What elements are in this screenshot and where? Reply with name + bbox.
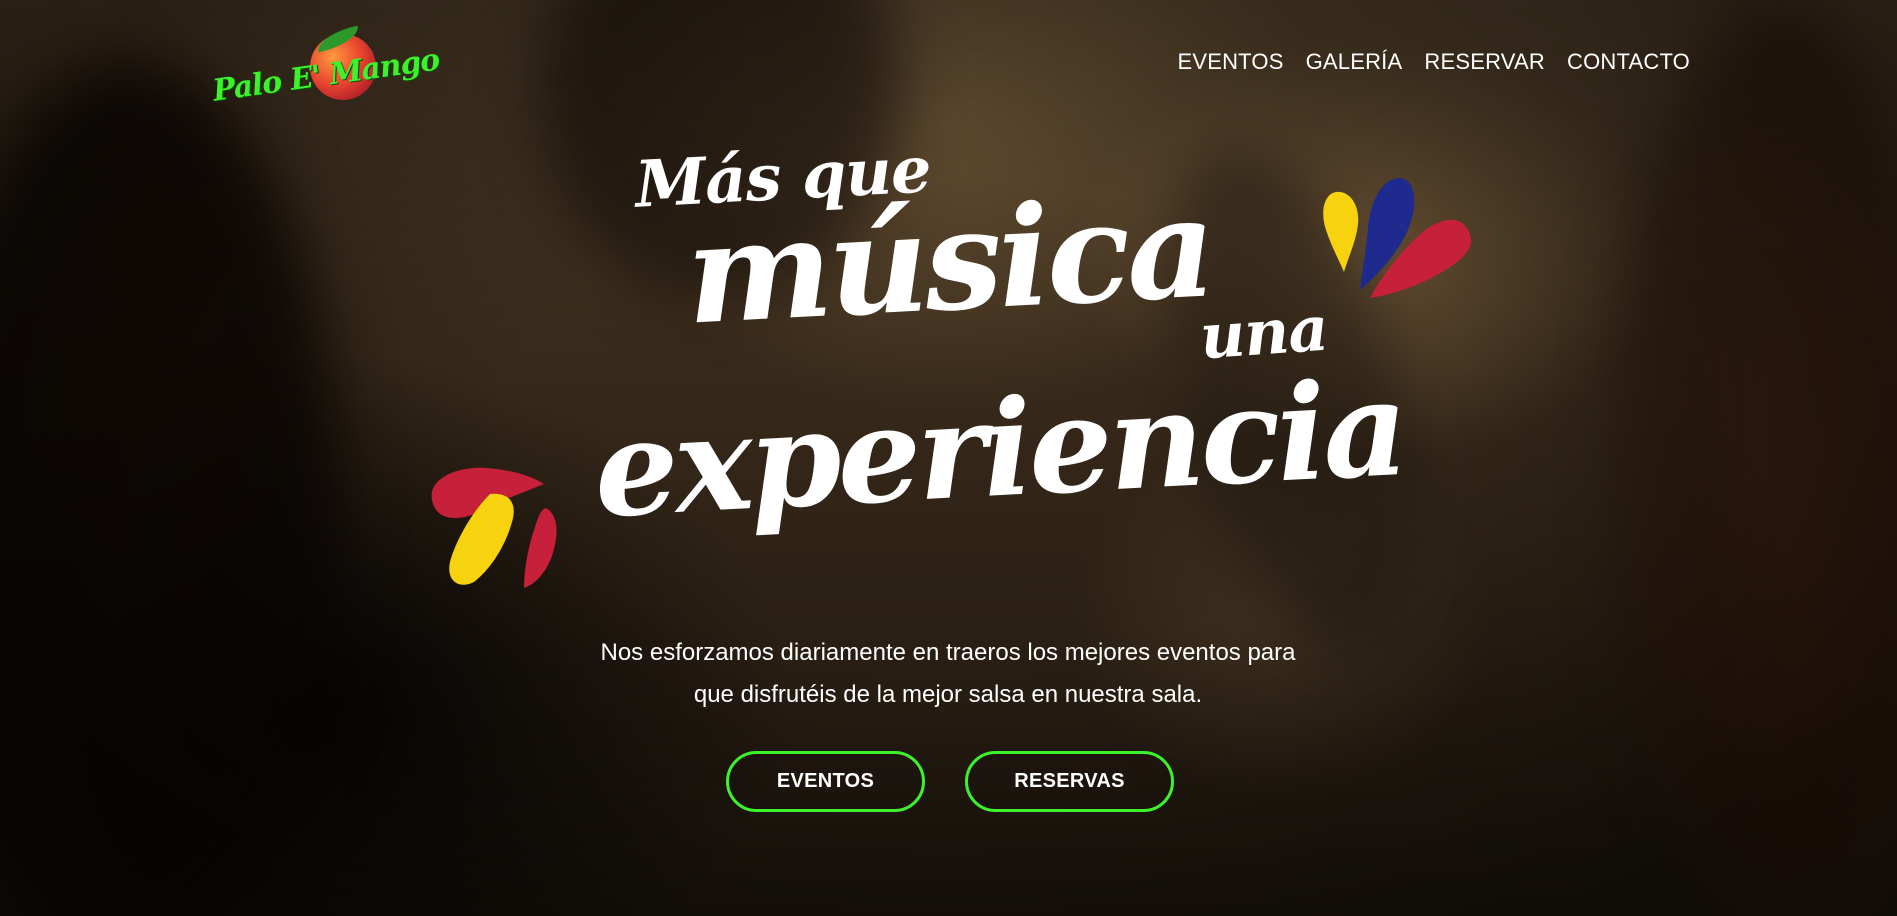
- decorative-petals-right-icon: [1323, 178, 1472, 298]
- reservas-button[interactable]: RESERVAS: [965, 751, 1174, 812]
- description-line-1: Nos esforzamos diariamente en traeros lo…: [600, 639, 1296, 666]
- yellow-petal: [1323, 191, 1359, 272]
- landing-page: Palo E' Mango EVENTOS GALERÍA RESERVAR C…: [0, 0, 1897, 916]
- headline-line-4: experiencia: [590, 350, 1409, 549]
- headline-line-2: música: [682, 165, 1216, 356]
- hero-description: Nos esforzamos diariamente en traeros lo…: [548, 632, 1348, 716]
- red-petal-small: [524, 508, 557, 588]
- eventos-button[interactable]: EVENTOS: [726, 751, 925, 812]
- cta-buttons: EVENTOS RESERVAS: [726, 751, 1174, 812]
- decorative-petals-left-icon: [431, 467, 557, 588]
- description-line-2: que disfrutéis de la mejor salsa en nues…: [693, 681, 1203, 708]
